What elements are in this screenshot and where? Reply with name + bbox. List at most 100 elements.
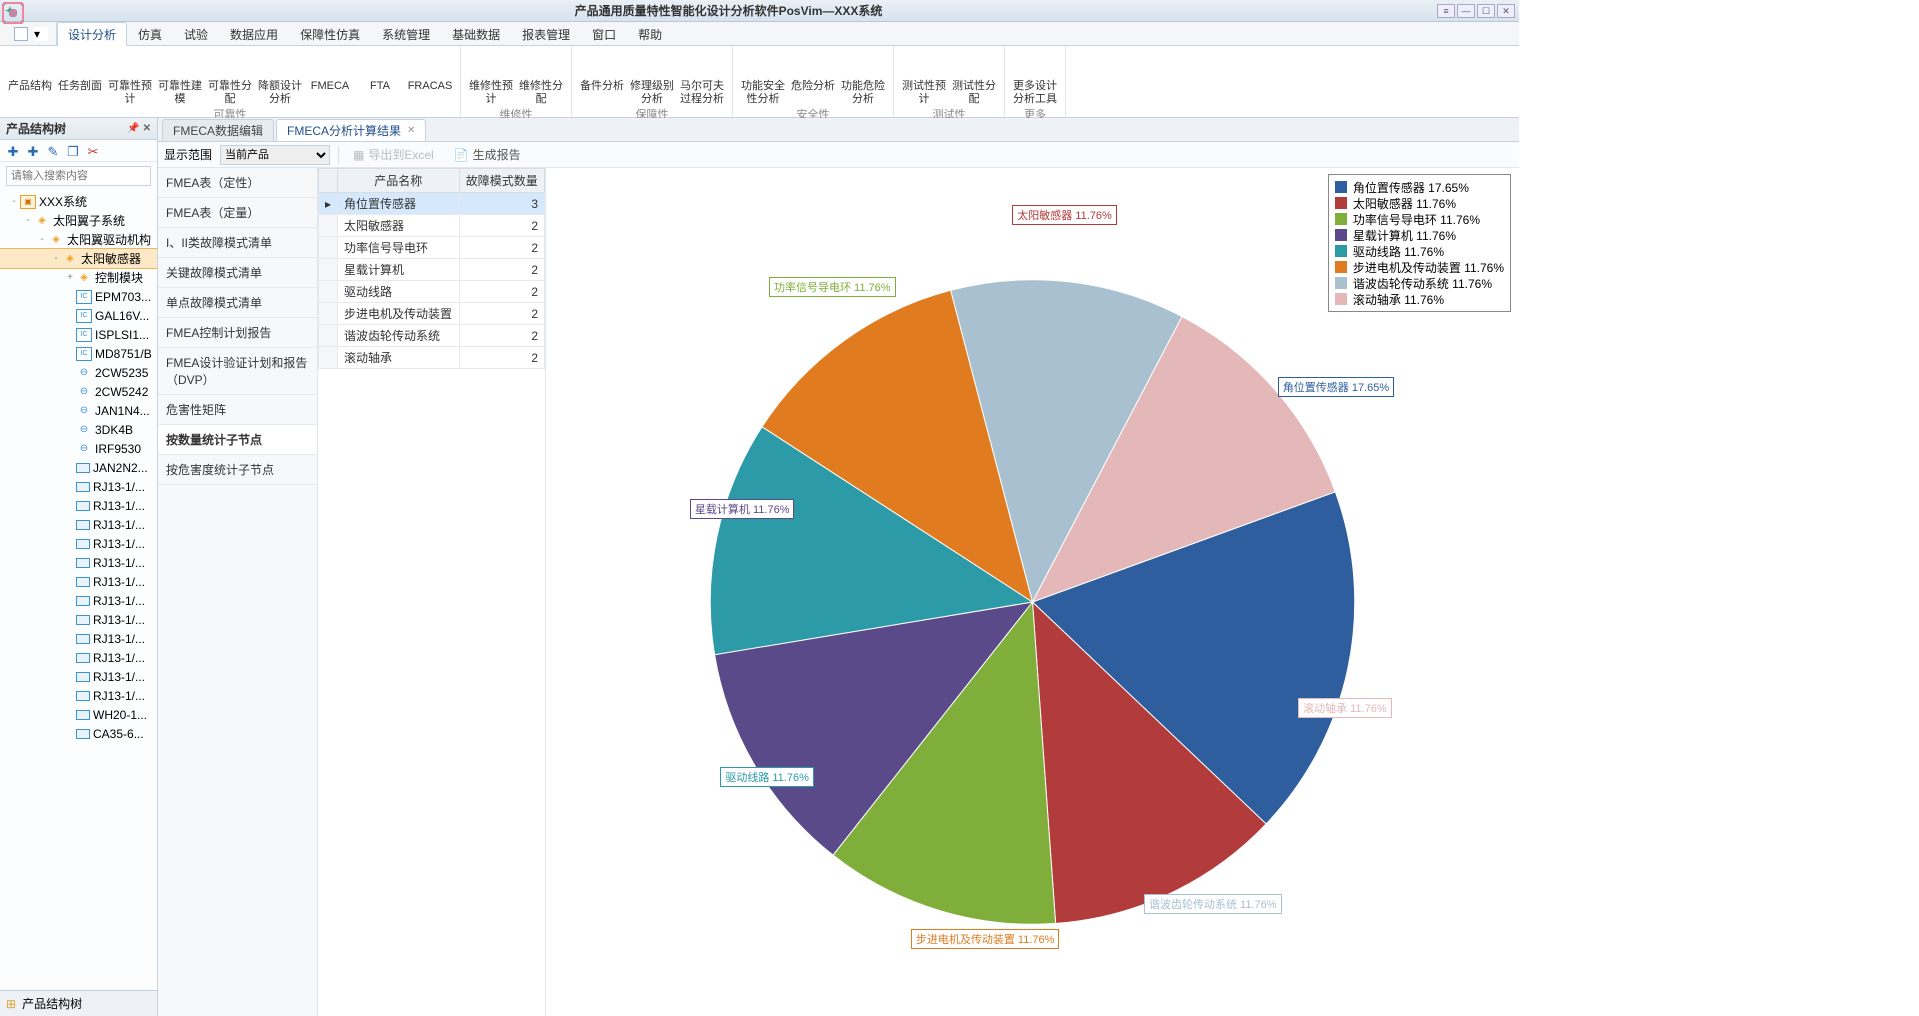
sidelist-item[interactable]: 危害性矩阵 bbox=[158, 395, 317, 425]
tree-node[interactable]: RJ13-1/... bbox=[0, 477, 157, 496]
ribbon-备件分析[interactable]: 备件分析 bbox=[578, 48, 626, 106]
table-row[interactable]: 功率信号导电环2 bbox=[319, 237, 545, 259]
menu-基础数据[interactable]: 基础数据 bbox=[441, 22, 511, 45]
tree-node[interactable]: ICEPM703... bbox=[0, 287, 157, 306]
menu-窗口[interactable]: 窗口 bbox=[581, 22, 627, 45]
ribbon-修理级别分析[interactable]: 修理级别分析 bbox=[628, 48, 676, 106]
tree-node[interactable]: WH20-1... bbox=[0, 705, 157, 724]
ribbon-维修性分配[interactable]: 维修性分配 bbox=[517, 48, 565, 106]
tree-node[interactable]: RJ13-1/... bbox=[0, 553, 157, 572]
tree-node[interactable]: RJ13-1/... bbox=[0, 496, 157, 515]
tree-cut-icon[interactable]: ✂ bbox=[86, 144, 100, 158]
sidelist-item[interactable]: FMEA控制计划报告 bbox=[158, 318, 317, 348]
sidelist-item[interactable]: 按数量统计子节点 bbox=[158, 425, 317, 455]
tree-node[interactable]: RJ13-1/... bbox=[0, 629, 157, 648]
table-row[interactable]: ▸角位置传感器3 bbox=[319, 193, 545, 215]
menu-保障性仿真[interactable]: 保障性仿真 bbox=[289, 22, 371, 45]
tree-copy-icon[interactable]: ❐ bbox=[66, 144, 80, 158]
table-row[interactable]: 驱动线路2 bbox=[319, 281, 545, 303]
tree-node[interactable]: RJ13-1/... bbox=[0, 572, 157, 591]
menu-报表管理[interactable]: 报表管理 bbox=[511, 22, 581, 45]
data-grid[interactable]: 产品名称故障模式数量▸角位置传感器3太阳敏感器2功率信号导电环2星载计算机2驱动… bbox=[318, 168, 545, 369]
sidelist-item[interactable]: FMEA设计验证计划和报告（DVP） bbox=[158, 348, 317, 395]
table-row[interactable]: 太阳敏感器2 bbox=[319, 215, 545, 237]
tree-node[interactable]: ⊖2CW5242 bbox=[0, 382, 157, 401]
tree-node[interactable]: JAN2N2... bbox=[0, 458, 157, 477]
tree-node[interactable]: RJ13-1/... bbox=[0, 610, 157, 629]
ribbon-功能安全性分析[interactable]: 功能安全性分析 bbox=[739, 48, 787, 106]
minimize-button[interactable]: — bbox=[1457, 4, 1475, 18]
ribbon-维修性预计[interactable]: 维修性预计 bbox=[467, 48, 515, 106]
export-excel-button[interactable]: ▦ 导出到Excel bbox=[347, 144, 440, 165]
tree-node[interactable]: ⊖3DK4B bbox=[0, 420, 157, 439]
tree-node[interactable]: ICMD8751/B bbox=[0, 344, 157, 363]
maximize-button[interactable]: ☐ bbox=[1477, 4, 1495, 18]
tree-node[interactable]: ICGAL16V... bbox=[0, 306, 157, 325]
tab-FMECA数据编辑[interactable]: FMECA数据编辑 bbox=[162, 119, 274, 141]
ribbon-马尔可夫过程分析[interactable]: 马尔可夫过程分析 bbox=[678, 48, 726, 106]
generate-report-button[interactable]: 📄 生成报告 bbox=[448, 144, 527, 165]
ribbon-降额设计分析[interactable]: 降额设计分析 bbox=[256, 48, 304, 106]
tree-node[interactable]: RJ13-1/... bbox=[0, 534, 157, 553]
tree-node[interactable]: CA35-6... bbox=[0, 724, 157, 743]
tree-node[interactable]: RJ13-1/... bbox=[0, 686, 157, 705]
pin-icon[interactable]: 📌 ✕ bbox=[127, 123, 151, 134]
ribbon-危险分析[interactable]: 危险分析 bbox=[789, 48, 837, 106]
tree-node[interactable]: ⊖2CW5235 bbox=[0, 363, 157, 382]
tree-add-icon[interactable]: ✚ bbox=[6, 144, 20, 158]
tree-node[interactable]: RJ13-1/... bbox=[0, 667, 157, 686]
tree-node[interactable]: RJ13-1/... bbox=[0, 648, 157, 667]
ribbon-可靠性建模[interactable]: 可靠性建模 bbox=[156, 48, 204, 106]
tree-node[interactable]: -◈太阳翼驱动机构 bbox=[0, 230, 157, 249]
tree-node[interactable]: RJ13-1/... bbox=[0, 515, 157, 534]
product-tree[interactable]: -▣XXX系统-◈太阳翼子系统-◈太阳翼驱动机构-◈太阳敏感器+◈控制模块ICE… bbox=[0, 190, 157, 990]
ribbon-可靠性预计[interactable]: 可靠性预计 bbox=[106, 48, 154, 106]
sidelist-item[interactable]: FMEA表（定性） bbox=[158, 168, 317, 198]
ribbon-更多设计分析工具[interactable]: 更多设计分析工具 bbox=[1011, 48, 1059, 106]
sidelist-item[interactable]: 关键故障模式清单 bbox=[158, 258, 317, 288]
sidelist-item[interactable]: I、II类故障模式清单 bbox=[158, 228, 317, 258]
win-btn-1[interactable]: ≡ bbox=[1437, 4, 1455, 18]
menu-试验[interactable]: 试验 bbox=[173, 22, 219, 45]
tree-add-child-icon[interactable]: ✚ bbox=[26, 144, 40, 158]
ribbon-FTA[interactable]: FTA bbox=[356, 48, 404, 106]
qat-dropdown-icon[interactable]: ▾ bbox=[34, 27, 48, 41]
table-row[interactable]: 滚动轴承2 bbox=[319, 347, 545, 369]
tree-edit-icon[interactable]: ✎ bbox=[46, 144, 60, 158]
tab-close-icon[interactable]: ✕ bbox=[407, 125, 415, 136]
app-title: 产品通用质量特性智能化设计分析软件PosVim—XXX系统 bbox=[20, 2, 1437, 19]
table-row[interactable]: 谐波齿轮传动系统2 bbox=[319, 325, 545, 347]
sidelist-item[interactable]: FMEA表（定量） bbox=[158, 198, 317, 228]
ribbon-测试性分配[interactable]: 测试性分配 bbox=[950, 48, 998, 106]
ribbon-FMECA[interactable]: FMECA bbox=[306, 48, 354, 106]
ribbon-可靠性分配[interactable]: 可靠性分配 bbox=[206, 48, 254, 106]
table-row[interactable]: 星载计算机2 bbox=[319, 259, 545, 281]
close-button[interactable]: ✕ bbox=[1497, 4, 1515, 18]
menu-仿真[interactable]: 仿真 bbox=[127, 22, 173, 45]
ribbon-测试性预计[interactable]: 测试性预计 bbox=[900, 48, 948, 106]
ribbon-任务剖面[interactable]: 任务剖面 bbox=[56, 48, 104, 106]
qat-icon-1[interactable] bbox=[14, 27, 28, 41]
tab-FMECA分析计算结果[interactable]: FMECA分析计算结果✕ bbox=[276, 119, 426, 141]
tree-node[interactable]: RJ13-1/... bbox=[0, 591, 157, 610]
sidelist-item[interactable]: 按危害度统计子节点 bbox=[158, 455, 317, 485]
tree-node[interactable]: -▣XXX系统 bbox=[0, 192, 157, 211]
tree-node[interactable]: -◈太阳敏感器 bbox=[0, 249, 157, 268]
menu-数据应用[interactable]: 数据应用 bbox=[219, 22, 289, 45]
menu-设计分析[interactable]: 设计分析 bbox=[57, 22, 127, 46]
ribbon-FRACAS[interactable]: FRACAS bbox=[406, 48, 454, 106]
tree-node[interactable]: +◈控制模块 bbox=[0, 268, 157, 287]
ribbon-功能危险分析[interactable]: 功能危险分析 bbox=[839, 48, 887, 106]
sidelist-item[interactable]: 单点故障模式清单 bbox=[158, 288, 317, 318]
scope-select[interactable]: 当前产品 bbox=[220, 145, 330, 165]
tree-node[interactable]: ICISPLSI1... bbox=[0, 325, 157, 344]
menu-帮助[interactable]: 帮助 bbox=[627, 22, 673, 45]
ribbon-产品结构[interactable]: 产品结构 bbox=[6, 48, 54, 106]
tree-footer[interactable]: ⊞ 产品结构树 bbox=[0, 990, 157, 1016]
tree-node[interactable]: -◈太阳翼子系统 bbox=[0, 211, 157, 230]
tree-node[interactable]: ⊖JAN1N4... bbox=[0, 401, 157, 420]
tree-node[interactable]: ⊖IRF9530 bbox=[0, 439, 157, 458]
table-row[interactable]: 步进电机及传动装置2 bbox=[319, 303, 545, 325]
tree-search-input[interactable] bbox=[6, 166, 151, 186]
menu-系统管理[interactable]: 系统管理 bbox=[371, 22, 441, 45]
